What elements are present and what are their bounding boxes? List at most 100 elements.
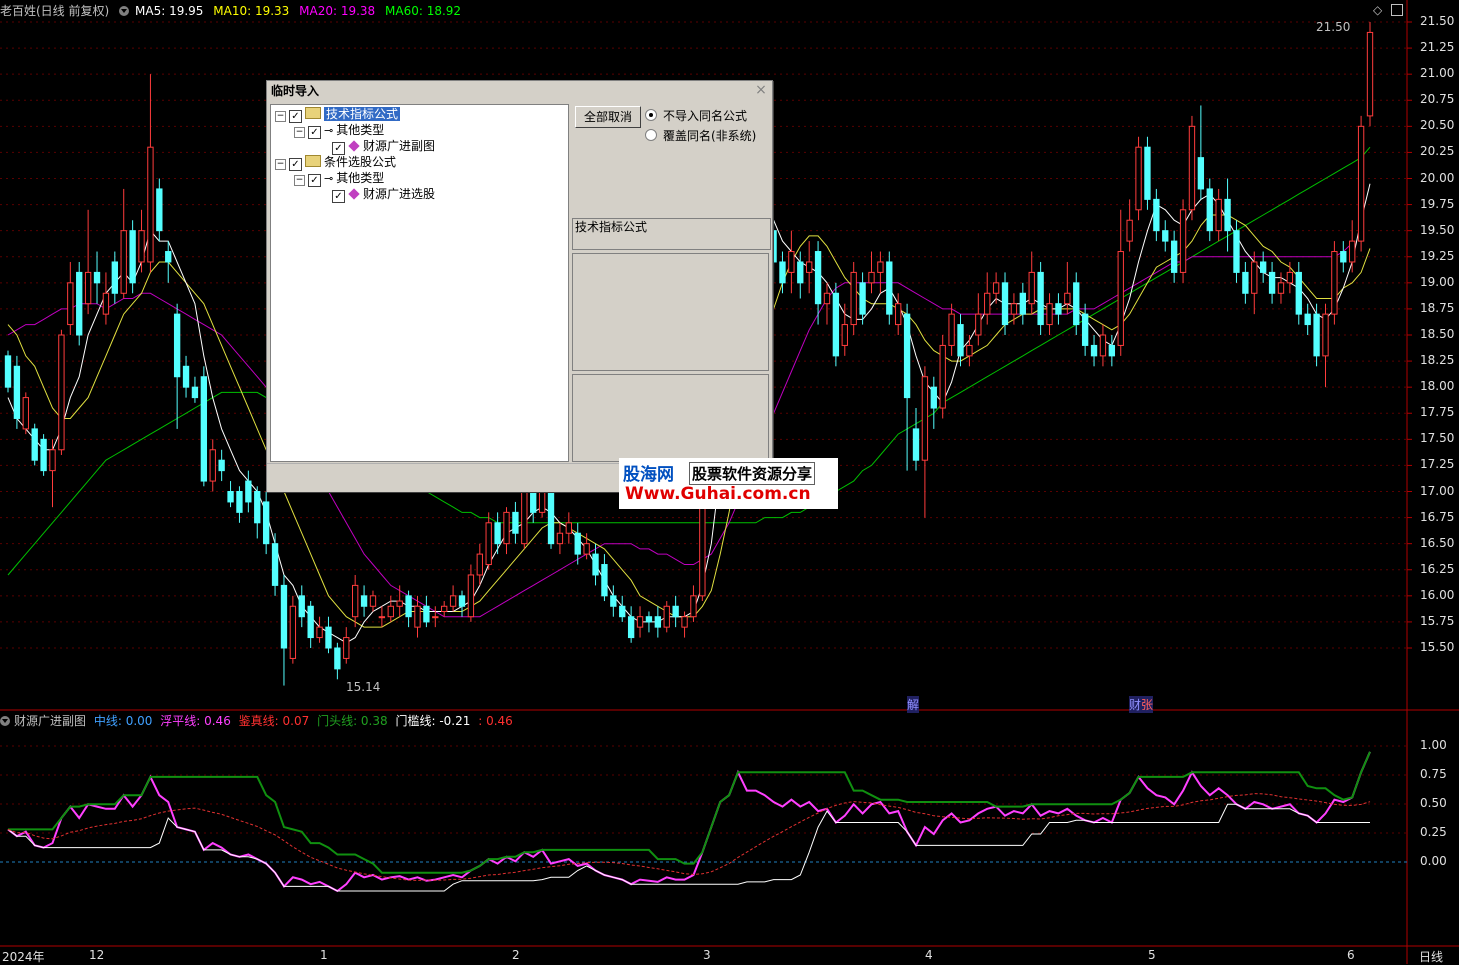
candle-body [432,616,439,619]
tree-label-tech-other[interactable]: 其他类型 [336,123,384,137]
collapse-icon[interactable]: − [294,175,305,186]
x-tick-year: 2024年 [2,950,45,964]
candle-body [672,605,679,618]
candle-body [4,355,12,388]
indicator-tick-label: 0.25 [1420,825,1447,839]
candle-body [957,324,964,357]
radio-skip-icon[interactable] [645,109,657,121]
candle-body [236,491,243,513]
checkbox-select-leaf[interactable]: ✓ [332,190,345,203]
formula-tree[interactable]: − ✓ 技术指标公式 − ✓ ⊸ 其他类型 ✓ 财源广进副图 − ✓ 条件选股公式 − ✓ ⊸ 其他类… [270,104,569,462]
candle-body [298,595,305,618]
price-tick-label: 16.50 [1420,535,1455,550]
candle-body [903,313,911,399]
radio-skip-label[interactable]: 不导入同名公式 [663,109,747,123]
candle-body [921,376,929,461]
price-tick-label: 19.50 [1420,222,1455,237]
folder-icon [305,107,321,119]
stock-title[interactable]: 老百姓(日线 前复权) [0,4,109,18]
candle-body [147,146,154,263]
candle-body [1357,125,1365,242]
candle-body [984,292,991,315]
indicator-header: 财源广进副图 中线: 0.00 浮平线: 0.46 鉴真线: 0.07 门头线:… [0,712,517,728]
candle-body [31,428,38,461]
checkbox-tech-other[interactable]: ✓ [308,126,321,139]
tree-node-tech[interactable]: − ✓ 技术指标公式 [275,106,401,123]
close-icon[interactable]: × [754,83,768,97]
cancel-all-button[interactable]: 全部取消 [575,106,641,128]
indicator-name[interactable]: 财源广进副图 [14,714,86,728]
candle-body [1304,313,1311,326]
tree-node-tech-leaf[interactable]: ✓ 财源广进副图 [332,138,435,155]
candle-body [182,365,190,388]
radio-overwrite[interactable]: 覆盖同名(非系统) [645,127,756,145]
chart-header: 老百姓(日线 前复权) MA5: 19.95 MA10: 19.33 MA20:… [0,2,467,20]
price-tick-label: 20.75 [1420,92,1455,107]
collapse-icon[interactable]: − [275,111,286,122]
candle-body [84,271,92,305]
candle-body [877,261,884,273]
x-tick-12: 12 [89,948,105,962]
jianzhenxian-line [7,793,1371,881]
tree-label-select-other[interactable]: 其他类型 [336,171,384,185]
candle-body [441,605,448,612]
candle-body [1153,198,1160,232]
dialog-title[interactable]: 临时导入 [267,81,772,101]
candle-body [1277,282,1285,294]
import-dialog[interactable]: 临时导入 × − ✓ 技术指标公式 − ✓ ⊸ 其他类型 ✓ 财源广进副图 − ✓ 条件选股公式… [266,80,773,492]
formula-description: 技术指标公式 [572,218,771,250]
tree-node-select-other[interactable]: − ✓ ⊸ 其他类型 [294,170,384,187]
candle-body [191,386,199,399]
formula-icon [348,140,360,152]
indicator-dropdown-icon[interactable] [0,716,10,726]
jianzhenxian-value: 鉴真线: 0.07 [238,714,310,728]
tree-label-tech[interactable]: 技术指标公式 [324,107,401,121]
candle-body [939,344,946,409]
collapse-icon[interactable]: − [275,159,286,170]
radio-overwrite-icon[interactable] [645,129,657,141]
tree-label-select-leaf[interactable]: 财源广进选股 [363,187,435,201]
event-tag-zhang[interactable]: 张 [1141,696,1154,713]
candle-body [173,313,181,378]
radio-skip-same[interactable]: 不导入同名公式 [645,107,747,125]
candle-body [690,595,697,618]
candle-body [352,584,359,618]
low-price-label: 15.14 [346,680,381,694]
window-toggle-icon[interactable] [1391,4,1403,16]
dropdown-icon[interactable] [119,6,130,16]
candle-body [1260,261,1267,273]
candle-body [895,303,902,326]
candle-body [521,491,528,545]
checkbox-select-other[interactable]: ✓ [308,174,321,187]
event-tag-cai[interactable]: 财 [1129,696,1142,713]
tree-label-tech-leaf[interactable]: 财源广进副图 [363,139,435,153]
ma20-label: MA20: 19.38 [299,4,376,18]
candle-body [120,230,127,294]
period-label[interactable]: 日线 [1419,948,1443,965]
candle-body [396,600,403,607]
price-tick-label: 21.25 [1420,40,1455,55]
x-tick-4: 4 [925,948,933,962]
tree-node-select-leaf[interactable]: ✓ 财源广进选股 [332,186,435,203]
tree-node-tech-other[interactable]: − ✓ ⊸ 其他类型 [294,122,384,139]
candle-body [619,605,626,618]
event-tag-jie[interactable]: 解 [907,696,920,713]
fupingxian-value: 浮平线: 0.46 [160,714,231,728]
high-price-label: 21.50 [1316,20,1351,34]
tree-label-select[interactable]: 条件选股公式 [324,155,396,169]
collapse-icon[interactable]: − [294,127,305,138]
candle-body [636,616,644,628]
diamond-icon[interactable]: ◇ [1373,3,1382,17]
candle-body [530,491,537,513]
price-tick-label: 19.75 [1420,196,1455,211]
price-tick-label: 17.00 [1420,483,1455,498]
candle-body [271,543,279,586]
tree-node-select[interactable]: − ✓ 条件选股公式 [275,154,396,171]
radio-overwrite-label[interactable]: 覆盖同名(非系统) [663,129,756,143]
candle-body [1073,282,1080,326]
indicator-tick-label: 0.75 [1420,767,1447,781]
candle-body [1135,146,1142,211]
ma5-label: MA5: 19.95 [135,4,204,18]
candle-body [1090,344,1098,357]
candle-body [1001,282,1009,326]
